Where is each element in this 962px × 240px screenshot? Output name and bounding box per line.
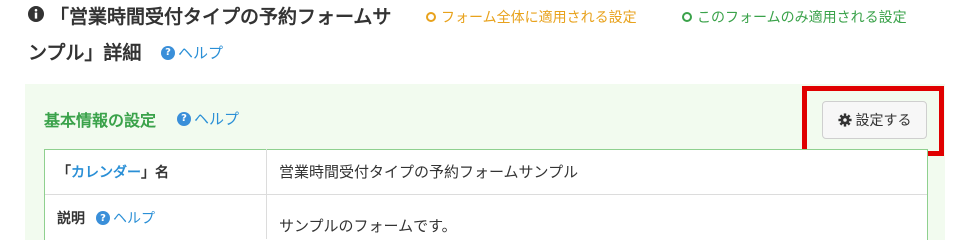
legend-local-label: このフォームのみ適用される設定 bbox=[697, 10, 907, 26]
help-icon: ? bbox=[161, 45, 175, 60]
legend-global: フォーム全体に適用される設定 bbox=[426, 7, 637, 27]
calendar-label-link: カレンダー bbox=[71, 165, 141, 181]
description-label: 説明 bbox=[57, 211, 85, 227]
page-title-line2: ンプル」詳細 bbox=[28, 42, 142, 64]
description-value: サンプルのフォームです。 bbox=[279, 217, 457, 235]
description-help-label: ヘルプ bbox=[113, 211, 155, 227]
page-title-line1: 「営業時間受付タイプの予約フォームサ bbox=[50, 6, 392, 28]
panel-title: 基本情報の設定 bbox=[44, 111, 157, 130]
calendar-label-prefix: 「 bbox=[57, 165, 71, 181]
info-icon bbox=[28, 6, 44, 22]
legend-global-label: フォーム全体に適用される設定 bbox=[441, 10, 637, 26]
calendar-name-label: 「カレンダー」名 bbox=[57, 162, 169, 182]
legend-global-ring-icon bbox=[426, 12, 436, 22]
help-icon: ? bbox=[96, 211, 110, 225]
panel-help-link[interactable]: ? ヘルプ bbox=[177, 108, 239, 129]
description-help-link[interactable]: ? ヘルプ bbox=[96, 208, 155, 228]
help-icon: ? bbox=[177, 111, 191, 126]
panel-help-label: ヘルプ bbox=[194, 110, 240, 128]
title-help-label: ヘルプ bbox=[178, 44, 224, 62]
legend-local-ring-icon bbox=[682, 12, 692, 22]
calendar-label-suffix: 」名 bbox=[141, 165, 169, 181]
page: 「営業時間受付タイプの予約フォームサ ンプル」詳細 ? ヘルプ フォーム全体に適… bbox=[0, 0, 962, 240]
title-help-link[interactable]: ? ヘルプ bbox=[161, 42, 223, 63]
calendar-name-value: 営業時間受付タイプの予約フォームサンプル bbox=[279, 163, 579, 181]
highlight-box bbox=[802, 86, 944, 156]
legend-local: このフォームのみ適用される設定 bbox=[682, 7, 907, 27]
table-row-divider bbox=[45, 194, 927, 195]
